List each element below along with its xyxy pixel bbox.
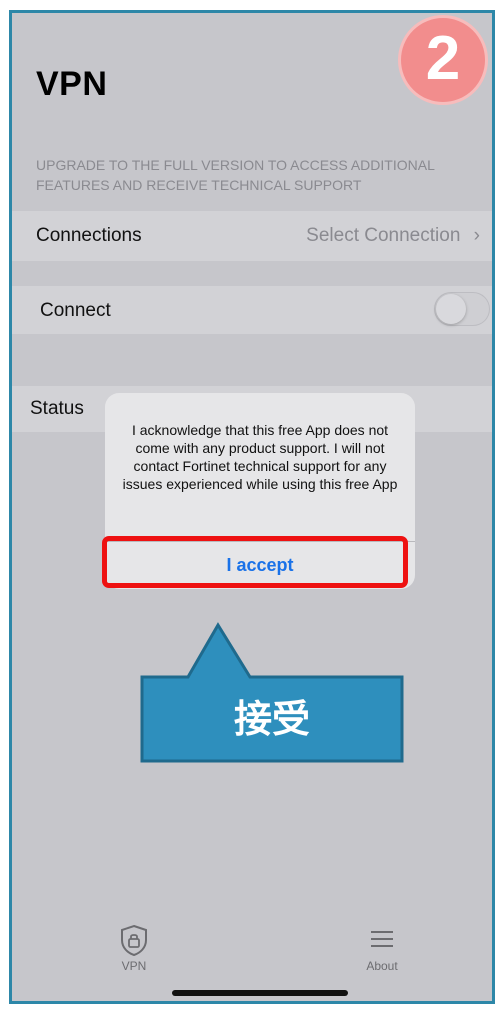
- connect-toggle[interactable]: [434, 292, 490, 326]
- status-label: Status: [30, 398, 84, 419]
- tab-vpn[interactable]: VPN: [94, 923, 174, 973]
- callout-text: 接受: [233, 699, 310, 741]
- upgrade-notice[interactable]: UPGRADE TO THE FULL VERSION TO ACCESS AD…: [36, 155, 476, 195]
- connect-label: Connect: [40, 300, 111, 321]
- selected-connection: Select Connection: [306, 225, 461, 246]
- screenshot-frame: VPN 2 UPGRADE TO THE FULL VERSION TO ACC…: [9, 10, 495, 1004]
- toggle-knob: [436, 294, 466, 324]
- connections-label: Connections: [36, 225, 142, 246]
- tab-vpn-label: VPN: [121, 959, 147, 973]
- chevron-right-icon: ›: [473, 225, 480, 246]
- connect-row: Connect: [12, 286, 492, 334]
- connections-value: Select Connection ›: [306, 225, 480, 247]
- step-badge: 2: [398, 15, 488, 105]
- connections-row[interactable]: Connections Select Connection ›: [12, 211, 492, 261]
- accept-highlight: [102, 536, 408, 588]
- tab-about-label: About: [366, 959, 398, 973]
- shield-lock-icon: [121, 924, 147, 957]
- dialog-message: I acknowledge that this free App does no…: [122, 422, 398, 492]
- page-title: VPN: [36, 65, 108, 103]
- tab-about[interactable]: About: [342, 923, 422, 973]
- list-icon: [371, 931, 393, 947]
- home-indicator: [172, 990, 348, 996]
